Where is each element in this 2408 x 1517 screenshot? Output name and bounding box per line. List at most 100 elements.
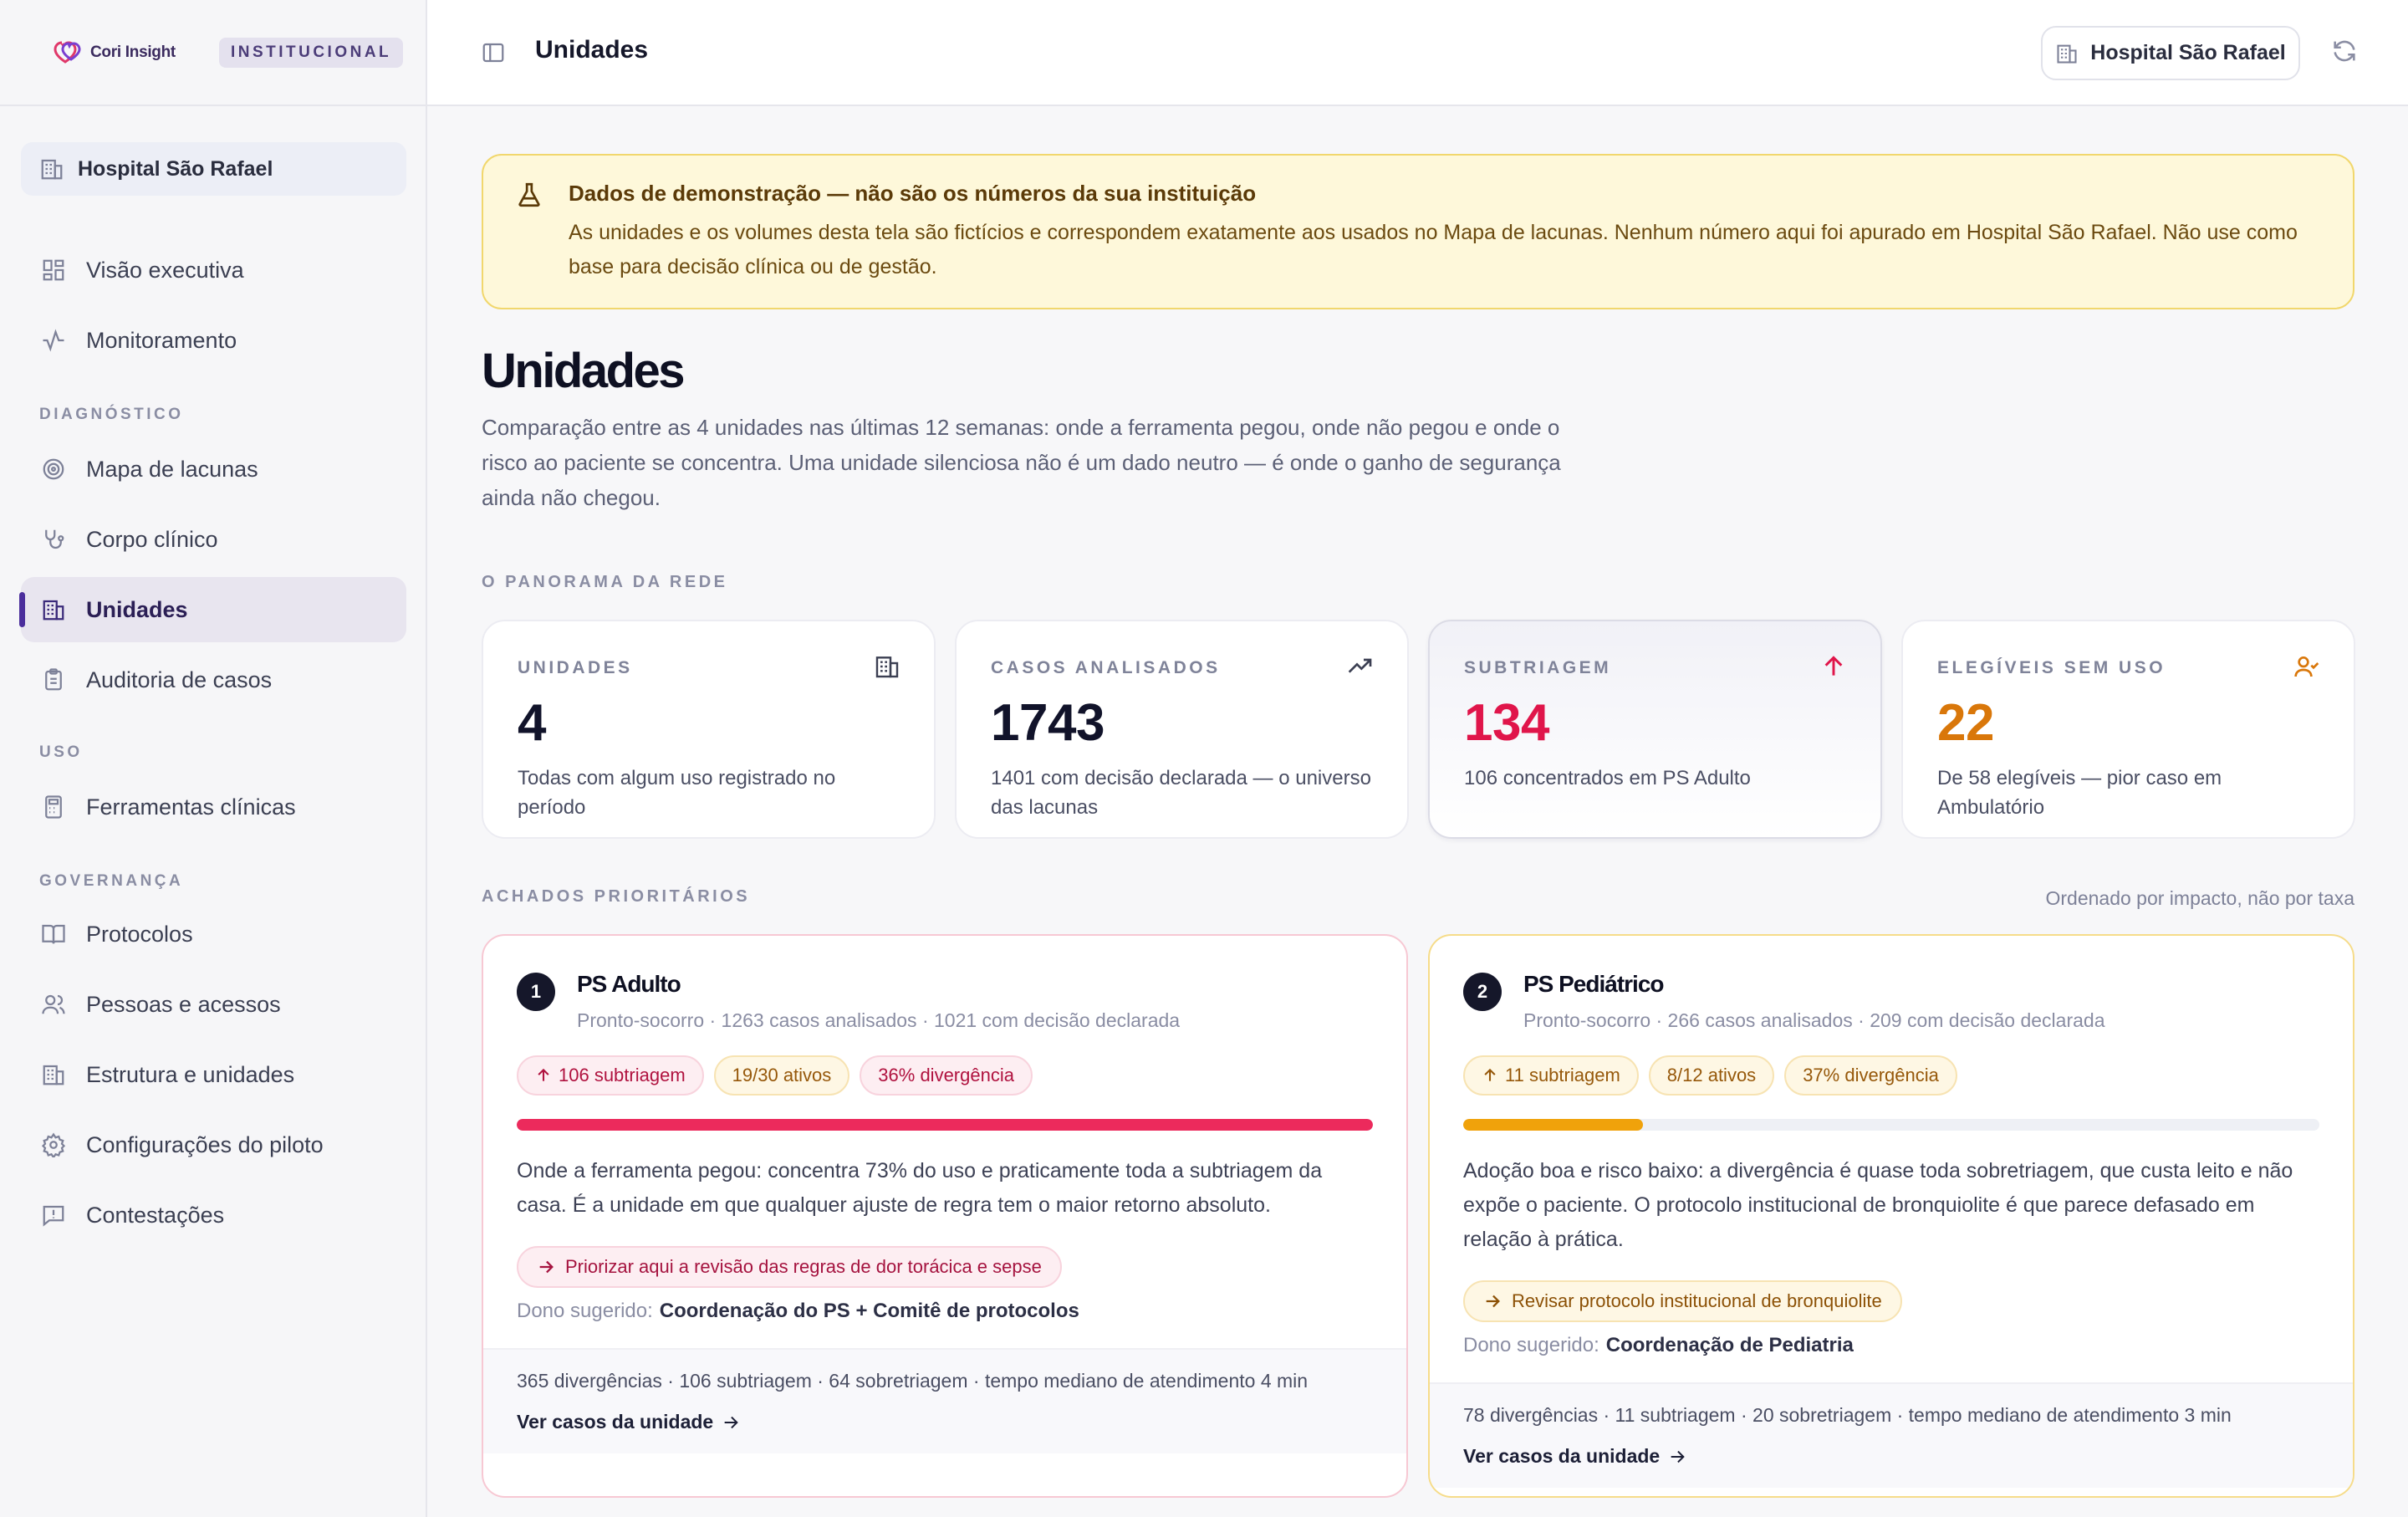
subtriagem-chip: 11 subtriagem <box>1463 1055 1639 1096</box>
rank-badge: 1 <box>517 973 555 1011</box>
sidebar-item-label: Unidades <box>86 596 188 622</box>
book-icon <box>39 920 68 948</box>
sidebar-item-label: Auditoria de casos <box>86 667 273 692</box>
sidebar-item-unidades[interactable]: Unidades <box>19 577 406 642</box>
stat-description: Todas com algum uso registrado no períod… <box>518 767 836 819</box>
arrow-up-icon <box>1820 653 1847 684</box>
sidebar-item-visao-executiva[interactable]: Visão executiva <box>21 238 406 303</box>
findings-label: ACHADOS PRIORITÁRIOS <box>482 887 751 906</box>
finding-meta: Pronto-socorro · 1263 casos analisados ·… <box>577 1009 1181 1031</box>
sidebar-item-label: Corpo clínico <box>86 526 218 552</box>
sidebar-item-label: Visão executiva <box>86 257 244 283</box>
sidebar-item-pessoas-e-acessos[interactable]: Pessoas e acessos <box>21 972 406 1037</box>
building-icon <box>874 653 900 684</box>
stat-card-elegiveis-sem-uso[interactable]: ELEGÍVEIS SEM USO 22 De 58 elegíveis — p… <box>1901 620 2355 839</box>
owner-value: Coordenação de Pediatria <box>1605 1334 1854 1356</box>
sidebar-item-corpo-clinico[interactable]: Corpo clínico <box>21 507 406 572</box>
finding-text: Onde a ferramenta pegou: concentra 73% d… <box>517 1159 1323 1217</box>
impact-bar-fill <box>517 1119 1373 1131</box>
finding-name: PS Pediátrico <box>1523 971 1665 997</box>
stat-label: SUBTRIAGEM <box>1464 658 1612 677</box>
impact-bar-fill <box>1463 1119 1644 1131</box>
sidebar-item-auditoria-de-casos[interactable]: Auditoria de casos <box>21 647 406 713</box>
finding-name: PS Adulto <box>577 971 681 997</box>
sidebar-item-label: Contestações <box>86 1202 225 1228</box>
message-alert-icon <box>39 1201 68 1229</box>
sidebar-item-contestacoes[interactable]: Contestações <box>21 1182 406 1248</box>
sidebar-item-label: Pessoas e acessos <box>86 991 281 1017</box>
sidebar-item-label: Configurações do piloto <box>86 1131 324 1157</box>
hospital-selector[interactable]: Hospital São Rafael <box>21 142 406 196</box>
page-description: Comparação entre as 4 unidades nas últim… <box>482 415 1561 510</box>
building-icon <box>39 1060 68 1089</box>
sidebar-item-monitoramento[interactable]: Monitoramento <box>21 308 406 373</box>
stat-value: 4 <box>518 694 546 752</box>
topbar-title: Unidades <box>535 36 649 64</box>
sidebar-item-protocolos[interactable]: Protocolos <box>21 902 406 967</box>
finding-text: Adoção boa e risco baixo: a divergência … <box>1463 1159 2293 1251</box>
rank-badge: 2 <box>1463 973 1502 1011</box>
sidebar: Cori Insight INSTITUCIONAL Hospital São … <box>0 0 427 1517</box>
sidebar-item-label: Mapa de lacunas <box>86 456 258 482</box>
section-diagnostico: DIAGNÓSTICO <box>39 406 184 423</box>
brand-header: Cori Insight INSTITUCIONAL <box>0 0 426 106</box>
arrow-right-icon <box>724 1416 738 1428</box>
sidebar-item-ferramentas-clinicas[interactable]: Ferramentas clínicas <box>21 774 406 840</box>
stat-label: CASOS ANALISADOS <box>991 658 1221 677</box>
stat-label: UNIDADES <box>518 658 633 677</box>
finding-body: 2 PS Pediátrico Pronto-socorro · 266 cas… <box>1430 936 2353 1382</box>
refresh-icon[interactable] <box>2330 37 2359 69</box>
sidebar-item-estrutura-e-unidades[interactable]: Estrutura e unidades <box>21 1042 406 1107</box>
clipboard-icon <box>39 666 68 694</box>
demo-data-banner: Dados de demonstração — não são os númer… <box>482 154 2354 309</box>
user-check-icon <box>2293 653 2320 684</box>
stethoscope-icon <box>39 525 68 554</box>
stat-value: 134 <box>1464 694 1549 752</box>
calculator-icon <box>39 793 68 821</box>
link-label: Ver casos da unidade <box>517 1411 714 1433</box>
stat-label: ELEGÍVEIS SEM USO <box>1937 658 2166 677</box>
chip-label: 106 subtriagem <box>559 1065 686 1085</box>
action-chip[interactable]: Priorizar aqui a revisão das regras de d… <box>517 1246 1062 1288</box>
divergencia-chip: 36% divergência <box>860 1055 1033 1096</box>
page-title: Unidades <box>482 344 686 398</box>
sidebar-item-mapa-de-lacunas[interactable]: Mapa de lacunas <box>21 437 406 502</box>
brand-name: Cori Insight <box>90 43 176 61</box>
stat-value: 1743 <box>991 694 1105 752</box>
arrow-right-icon <box>1671 1450 1685 1463</box>
stat-description: De 58 elegíveis — pior caso em Ambulatór… <box>1937 767 2222 819</box>
impact-bar <box>517 1119 1373 1131</box>
hospital-switch-button[interactable]: Hospital São Rafael <box>2041 26 2300 80</box>
action-label: Priorizar aqui a revisão das regras de d… <box>565 1256 1042 1277</box>
finding-footer: 78 divergências · 11 subtriagem · 20 sob… <box>1430 1382 2353 1488</box>
topbar: Unidades Hospital São Rafael <box>427 0 2408 106</box>
stat-card-subtriagem[interactable]: SUBTRIAGEM 134 106 concentrados em PS Ad… <box>1428 620 1882 839</box>
sidebar-item-label: Estrutura e unidades <box>86 1061 295 1087</box>
building-icon <box>2057 44 2077 64</box>
logo[interactable]: Cori Insight <box>52 39 176 66</box>
impact-bar <box>1463 1119 2319 1131</box>
owner-label: Dono sugerido: <box>1463 1334 1599 1356</box>
view-unit-cases-link[interactable]: Ver casos da unidade <box>517 1411 740 1433</box>
sidebar-item-configuracoes-do-piloto[interactable]: Configurações do piloto <box>21 1112 406 1177</box>
stat-card-casos-analisados[interactable]: CASOS ANALISADOS 1743 1401 com decisão d… <box>955 620 1409 839</box>
view-unit-cases-link[interactable]: Ver casos da unidade <box>1463 1445 1686 1468</box>
finding-chips: 106 subtriagem 19/30 ativos 36% divergên… <box>517 1055 1373 1096</box>
building-icon <box>41 159 63 180</box>
target-icon <box>39 455 68 483</box>
trending-up-icon <box>1347 653 1374 684</box>
stat-card-unidades[interactable]: UNIDADES 4 Todas com algum uso registrad… <box>482 620 936 839</box>
action-chip[interactable]: Revisar protocolo institucional de bronq… <box>1463 1280 1902 1322</box>
stat-description: 1401 com decisão declarada — o universo … <box>991 767 1371 819</box>
footer-stats: 365 divergências · 106 subtriagem · 64 s… <box>517 1370 1309 1392</box>
institutional-badge: INSTITUCIONAL <box>218 37 404 68</box>
owner-line: Dono sugerido: Coordenação de Pediatria <box>1463 1334 2319 1357</box>
hospital-button-label: Hospital São Rafael <box>2090 41 2286 64</box>
finding-body: 1 PS Adulto Pronto-socorro · 1263 casos … <box>483 936 1406 1348</box>
footer-stats: 78 divergências · 11 subtriagem · 20 sob… <box>1463 1404 2232 1426</box>
banner-title: Dados de demonstração — não são os númer… <box>569 181 1257 206</box>
finding-card-ps-adulto: 1 PS Adulto Pronto-socorro · 1263 casos … <box>482 934 1408 1498</box>
sidebar-toggle-icon[interactable] <box>481 40 506 69</box>
grid-icon <box>39 256 68 284</box>
arrow-up-icon <box>538 1068 549 1081</box>
